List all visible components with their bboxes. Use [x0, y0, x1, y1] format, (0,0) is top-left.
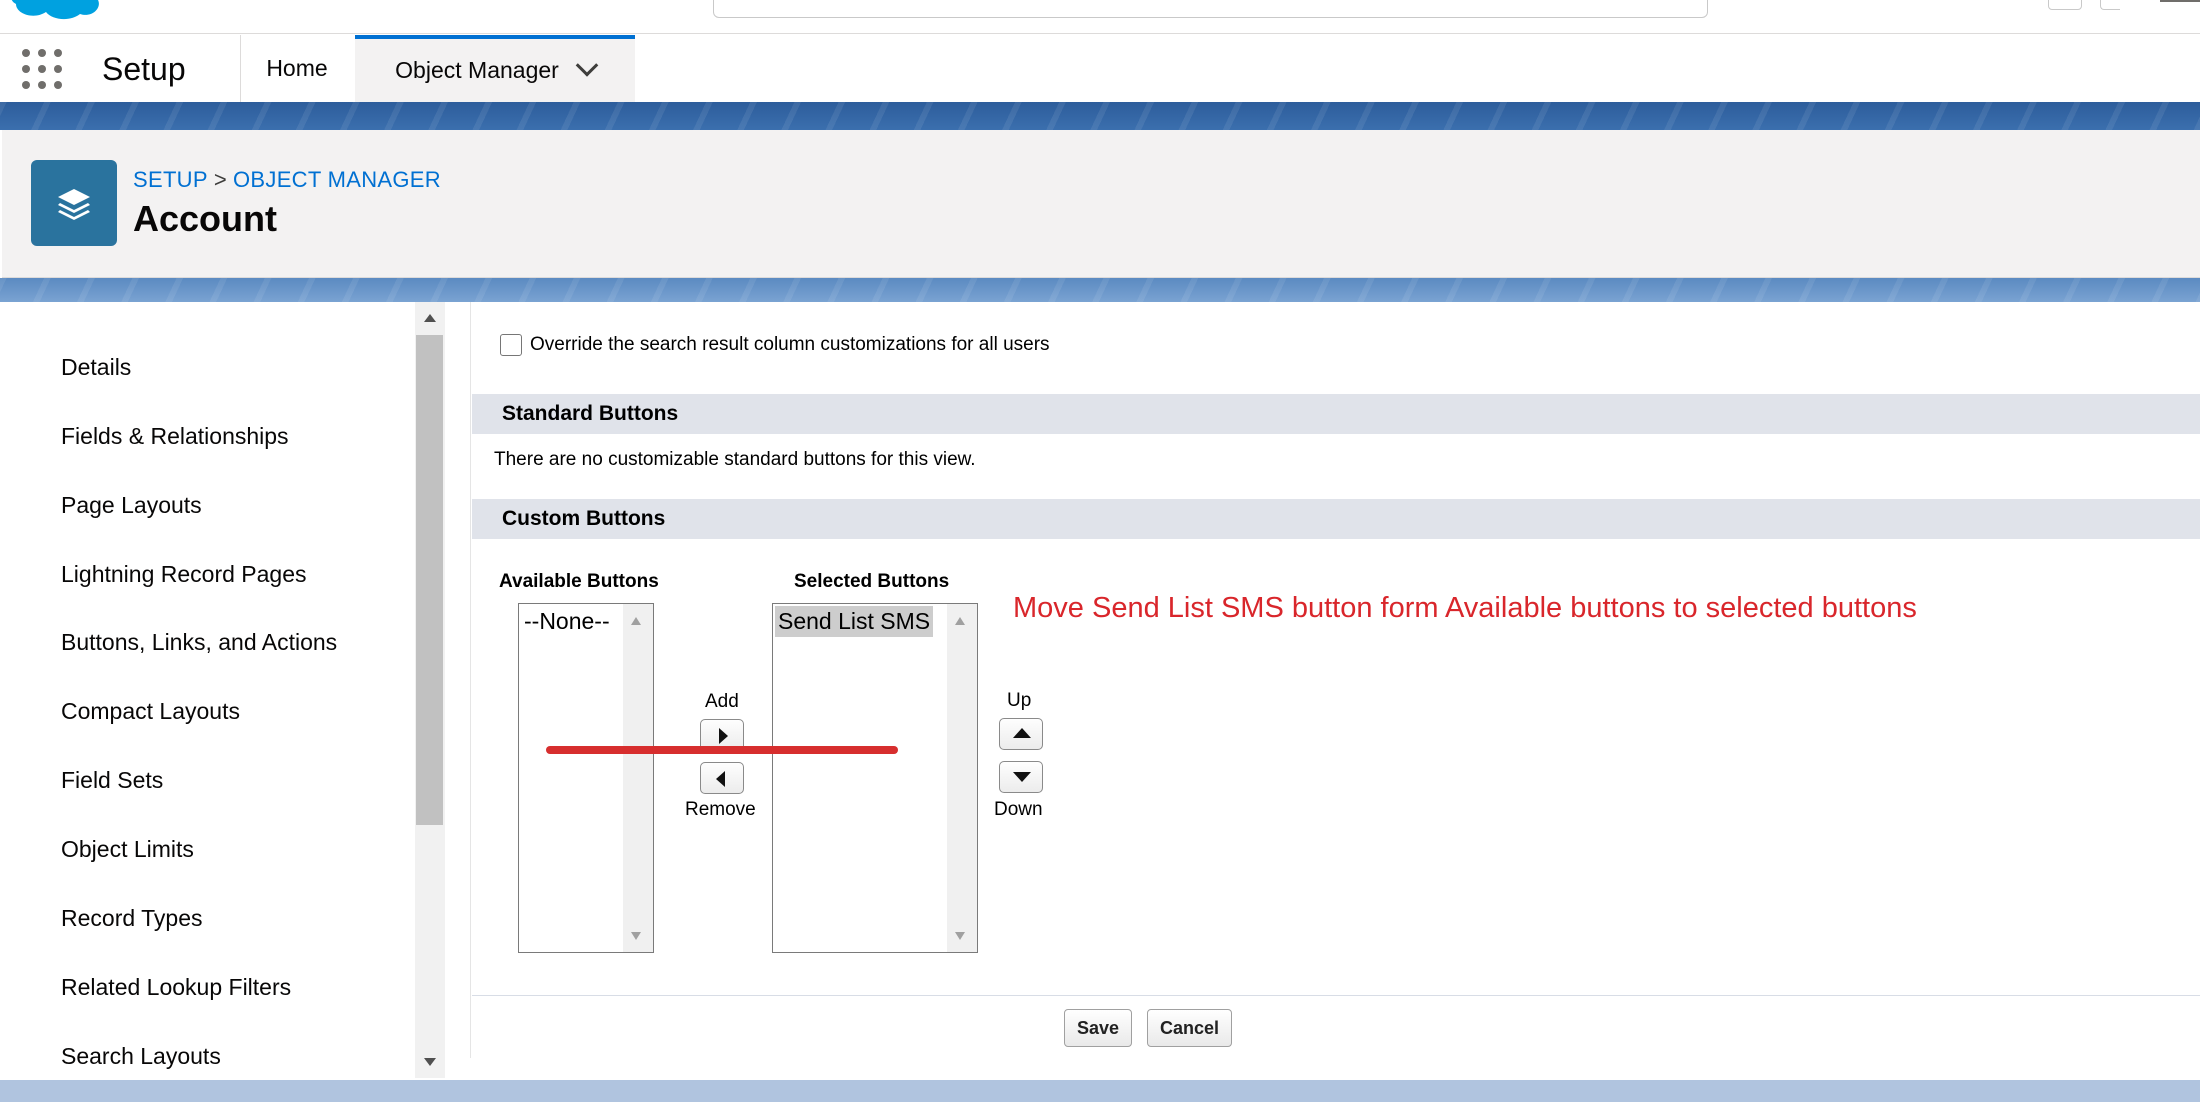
annotation-strike-line	[546, 746, 898, 754]
bottom-band	[0, 1080, 2200, 1102]
sidebar-scroll-thumb[interactable]	[416, 335, 443, 825]
favorites-button[interactable]	[2048, 0, 2082, 10]
sidebar-item-compact-layouts[interactable]: Compact Layouts	[61, 698, 240, 725]
global-header	[0, 0, 2200, 34]
available-option[interactable]: --None--	[521, 606, 613, 637]
available-buttons-label: Available Buttons	[499, 571, 659, 592]
arrow-right-icon	[719, 728, 728, 744]
sidebar-item-fields-relationships[interactable]: Fields & Relationships	[61, 423, 289, 450]
breadcrumb: SETUP > OBJECT MANAGER	[133, 167, 441, 193]
selected-listbox-scrollbar[interactable]	[947, 604, 977, 952]
add-label: Add	[705, 691, 739, 712]
instruction-annotation: Move Send List SMS button form Available…	[1013, 592, 1917, 624]
menu-icon[interactable]	[2160, 0, 2200, 2]
favorites-list-button[interactable]	[2100, 0, 2120, 10]
salesforce-logo-icon[interactable]	[8, 0, 104, 26]
override-label: Override the search result column custom…	[530, 334, 1050, 355]
standard-buttons-section-header: Standard Buttons	[472, 394, 2200, 434]
override-checkbox[interactable]	[500, 334, 522, 356]
scroll-down-icon[interactable]	[424, 1058, 436, 1066]
selected-buttons-label: Selected Buttons	[794, 571, 950, 592]
chevron-down-icon[interactable]	[575, 53, 599, 77]
available-listbox-scrollbar[interactable]	[623, 604, 653, 952]
down-label: Down	[994, 799, 1043, 820]
sidebar-item-details[interactable]: Details	[61, 354, 131, 381]
scroll-down-icon[interactable]	[955, 932, 965, 940]
up-button[interactable]	[999, 718, 1043, 750]
layers-icon	[31, 160, 117, 246]
sidebar-item-buttons-links-actions[interactable]: Buttons, Links, and Actions	[61, 629, 337, 656]
save-button[interactable]: Save	[1064, 1009, 1133, 1047]
arrow-down-icon	[1013, 772, 1031, 782]
remove-label: Remove	[685, 799, 756, 820]
down-button[interactable]	[999, 761, 1043, 793]
object-sidebar: Details Fields & Relationships Page Layo…	[0, 302, 415, 1078]
tab-object-manager[interactable]: Object Manager	[355, 35, 635, 102]
footer-separator	[472, 995, 2200, 996]
cancel-button[interactable]: Cancel	[1147, 1009, 1233, 1047]
standard-buttons-note: There are no customizable standard butto…	[494, 449, 976, 470]
page-header: SETUP > OBJECT MANAGER Account	[2, 130, 2200, 278]
breadcrumb-object-manager-link[interactable]: OBJECT MANAGER	[233, 167, 441, 192]
sidebar-item-record-types[interactable]: Record Types	[61, 905, 202, 932]
breadcrumb-setup-link[interactable]: SETUP	[133, 167, 208, 192]
up-label: Up	[1007, 690, 1032, 711]
sidebar-item-field-sets[interactable]: Field Sets	[61, 767, 163, 794]
sidebar-item-search-layouts[interactable]: Search Layouts	[61, 1043, 221, 1070]
sidebar-item-page-layouts[interactable]: Page Layouts	[61, 492, 202, 519]
selected-option[interactable]: Send List SMS	[775, 606, 934, 637]
breadcrumb-separator: >	[213, 167, 228, 192]
context-nav-bar: Setup Home Object Manager	[0, 35, 2200, 102]
tab-home[interactable]: Home	[242, 35, 352, 102]
sidebar-item-related-lookup-filters[interactable]: Related Lookup Filters	[61, 974, 291, 1001]
scroll-up-icon[interactable]	[955, 617, 965, 625]
scroll-down-icon[interactable]	[631, 932, 641, 940]
arrow-up-icon	[1013, 728, 1031, 738]
remove-button[interactable]	[700, 762, 744, 794]
nav-divider	[240, 35, 241, 102]
tab-object-manager-label: Object Manager	[395, 57, 559, 83]
app-launcher-icon[interactable]	[22, 49, 62, 89]
header-decorative-band	[0, 102, 2200, 130]
scroll-up-icon[interactable]	[631, 617, 641, 625]
available-buttons-listbox[interactable]: --None--	[518, 603, 654, 953]
selected-buttons-listbox[interactable]: Send List SMS	[772, 603, 978, 953]
arrow-left-icon	[716, 771, 725, 787]
content-decorative-band	[0, 278, 2200, 302]
tab-home-label: Home	[266, 55, 328, 81]
sidebar-item-object-limits[interactable]: Object Limits	[61, 836, 194, 863]
override-row: Override the search result column custom…	[500, 334, 1050, 356]
sidebar-item-lightning-record-pages[interactable]: Lightning Record Pages	[61, 561, 307, 588]
scroll-up-icon[interactable]	[424, 314, 436, 322]
global-search-input[interactable]	[713, 0, 1708, 18]
page-title: Account	[133, 198, 277, 239]
custom-buttons-section-header: Custom Buttons	[472, 499, 2200, 539]
app-name: Setup	[102, 51, 186, 87]
